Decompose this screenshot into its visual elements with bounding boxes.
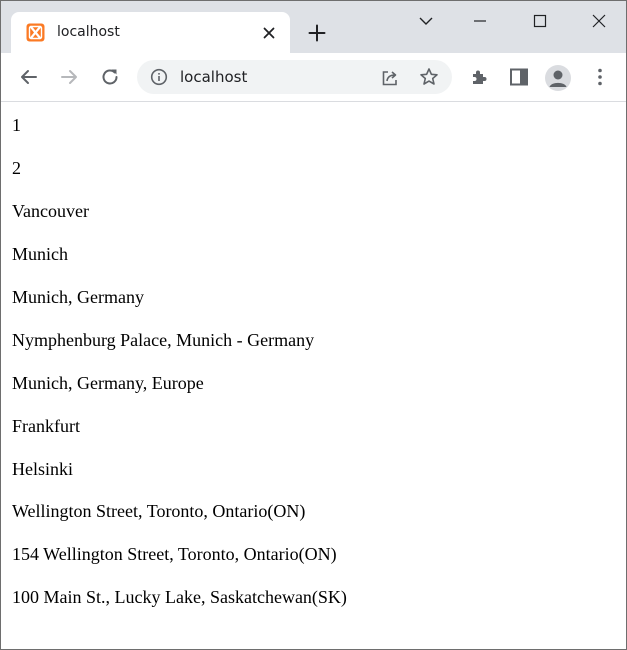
kebab-menu-icon[interactable] bbox=[588, 65, 612, 89]
text-line: Munich bbox=[12, 244, 68, 264]
arrow-left-icon[interactable] bbox=[17, 65, 41, 89]
chevron-down-icon[interactable] bbox=[414, 9, 438, 33]
toolbar: localhost bbox=[1, 53, 626, 102]
tab-strip: localhost bbox=[1, 1, 626, 53]
url-text[interactable]: localhost bbox=[180, 68, 247, 86]
xampp-icon bbox=[26, 23, 45, 42]
browser-window: localhost localhost 1 2 Vancouver Munich… bbox=[0, 0, 627, 650]
text-line: Nymphenburg Palace, Munich - Germany bbox=[12, 330, 315, 350]
share-icon[interactable] bbox=[380, 68, 400, 88]
text-line: Vancouver bbox=[12, 201, 89, 221]
address-bar[interactable]: localhost bbox=[137, 60, 452, 94]
side-panel-icon[interactable] bbox=[507, 65, 531, 89]
text-line: Helsinki bbox=[12, 459, 73, 479]
star-icon[interactable] bbox=[419, 67, 439, 87]
text-line: 100 Main St., Lucky Lake, Saskatchewan(S… bbox=[12, 587, 347, 607]
info-icon[interactable] bbox=[150, 68, 168, 86]
text-line: 2 bbox=[12, 158, 21, 178]
maximize-icon[interactable] bbox=[528, 9, 552, 33]
text-line: Frankfurt bbox=[12, 416, 80, 436]
minimize-icon[interactable] bbox=[468, 9, 492, 33]
text-line: Munich, Germany, Europe bbox=[12, 373, 204, 393]
puzzle-icon[interactable] bbox=[468, 65, 492, 89]
text-line: Munich, Germany bbox=[12, 287, 144, 307]
tab-localhost[interactable]: localhost bbox=[11, 12, 290, 53]
arrow-right-icon[interactable] bbox=[57, 65, 81, 89]
reload-icon[interactable] bbox=[98, 65, 122, 89]
tab-title: localhost bbox=[57, 24, 120, 40]
page-content: 1 2 Vancouver Munich Munich, Germany Nym… bbox=[1, 102, 626, 649]
text-line: 1 bbox=[12, 115, 21, 135]
avatar-icon[interactable] bbox=[545, 65, 571, 91]
window-close-icon[interactable] bbox=[587, 9, 611, 33]
close-icon[interactable] bbox=[260, 24, 278, 42]
plus-icon[interactable] bbox=[307, 23, 327, 43]
text-line: 154 Wellington Street, Toronto, Ontario(… bbox=[12, 544, 337, 564]
text-line: Wellington Street, Toronto, Ontario(ON) bbox=[12, 501, 306, 521]
